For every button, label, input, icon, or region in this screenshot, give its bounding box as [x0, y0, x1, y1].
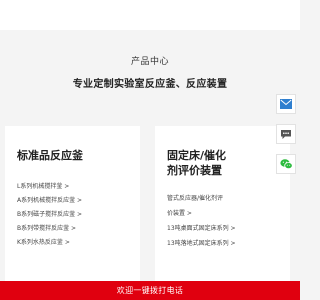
wechat-icon [279, 159, 293, 170]
product-link[interactable]: 管式反应器/催化剂评 [167, 196, 236, 203]
product-link[interactable]: 价装置 > [167, 211, 236, 218]
product-list: L系列机械搅拌釜 > A系列机械搅拌反应釜 > B系列磁子搅拌反应釜 > B系列… [17, 184, 82, 254]
product-link[interactable]: B系列磁子搅拌反应釜 > [17, 212, 82, 219]
product-card-standard-reactors[interactable]: 标准品反应釜 L系列机械搅拌釜 > A系列机械搅拌反应釜 > B系列磁子搅拌反应… [5, 126, 140, 286]
message-icon [281, 129, 291, 139]
product-list: 管式反应器/催化剂评 价装置 > 13吨桌面式固定床系列 > 13吨落地式固定床… [167, 196, 236, 256]
product-link[interactable]: L系列机械搅拌釜 > [17, 184, 82, 191]
message-button[interactable] [276, 124, 296, 144]
product-link[interactable]: A系列机械搅拌反应釜 > [17, 198, 82, 205]
mail-button[interactable] [276, 94, 296, 114]
floating-side-toolbar [276, 94, 296, 184]
call-now-bar[interactable]: 欢迎一键拨打电话 [0, 281, 300, 300]
product-link[interactable]: B系列带搅拌反应釜 > [17, 226, 82, 233]
top-banner-area [0, 0, 300, 30]
product-link[interactable]: 13吨落地式固定床系列 > [167, 241, 236, 248]
wechat-button[interactable] [276, 154, 296, 174]
card-title: 固定床/催化剂评价装置 [167, 149, 227, 177]
product-link[interactable]: K系列水热反应釜 > [17, 240, 82, 247]
call-now-label: 欢迎一键拨打电话 [116, 286, 184, 295]
section-subtitle: 产品中心 [130, 57, 169, 67]
product-card-fixed-bed[interactable]: 固定床/催化剂评价装置 管式反应器/催化剂评 价装置 > 13吨桌面式固定床系列… [155, 126, 290, 286]
section-title: 专业定制实验室反应釜、反应装置 [72, 79, 228, 90]
product-link[interactable]: 13吨桌面式固定床系列 > [167, 226, 236, 233]
mail-icon [280, 99, 292, 109]
section-header: 产品中心 专业定制实验室反应釜、反应装置 [0, 54, 300, 90]
card-title: 标准品反应釜 [17, 149, 83, 162]
